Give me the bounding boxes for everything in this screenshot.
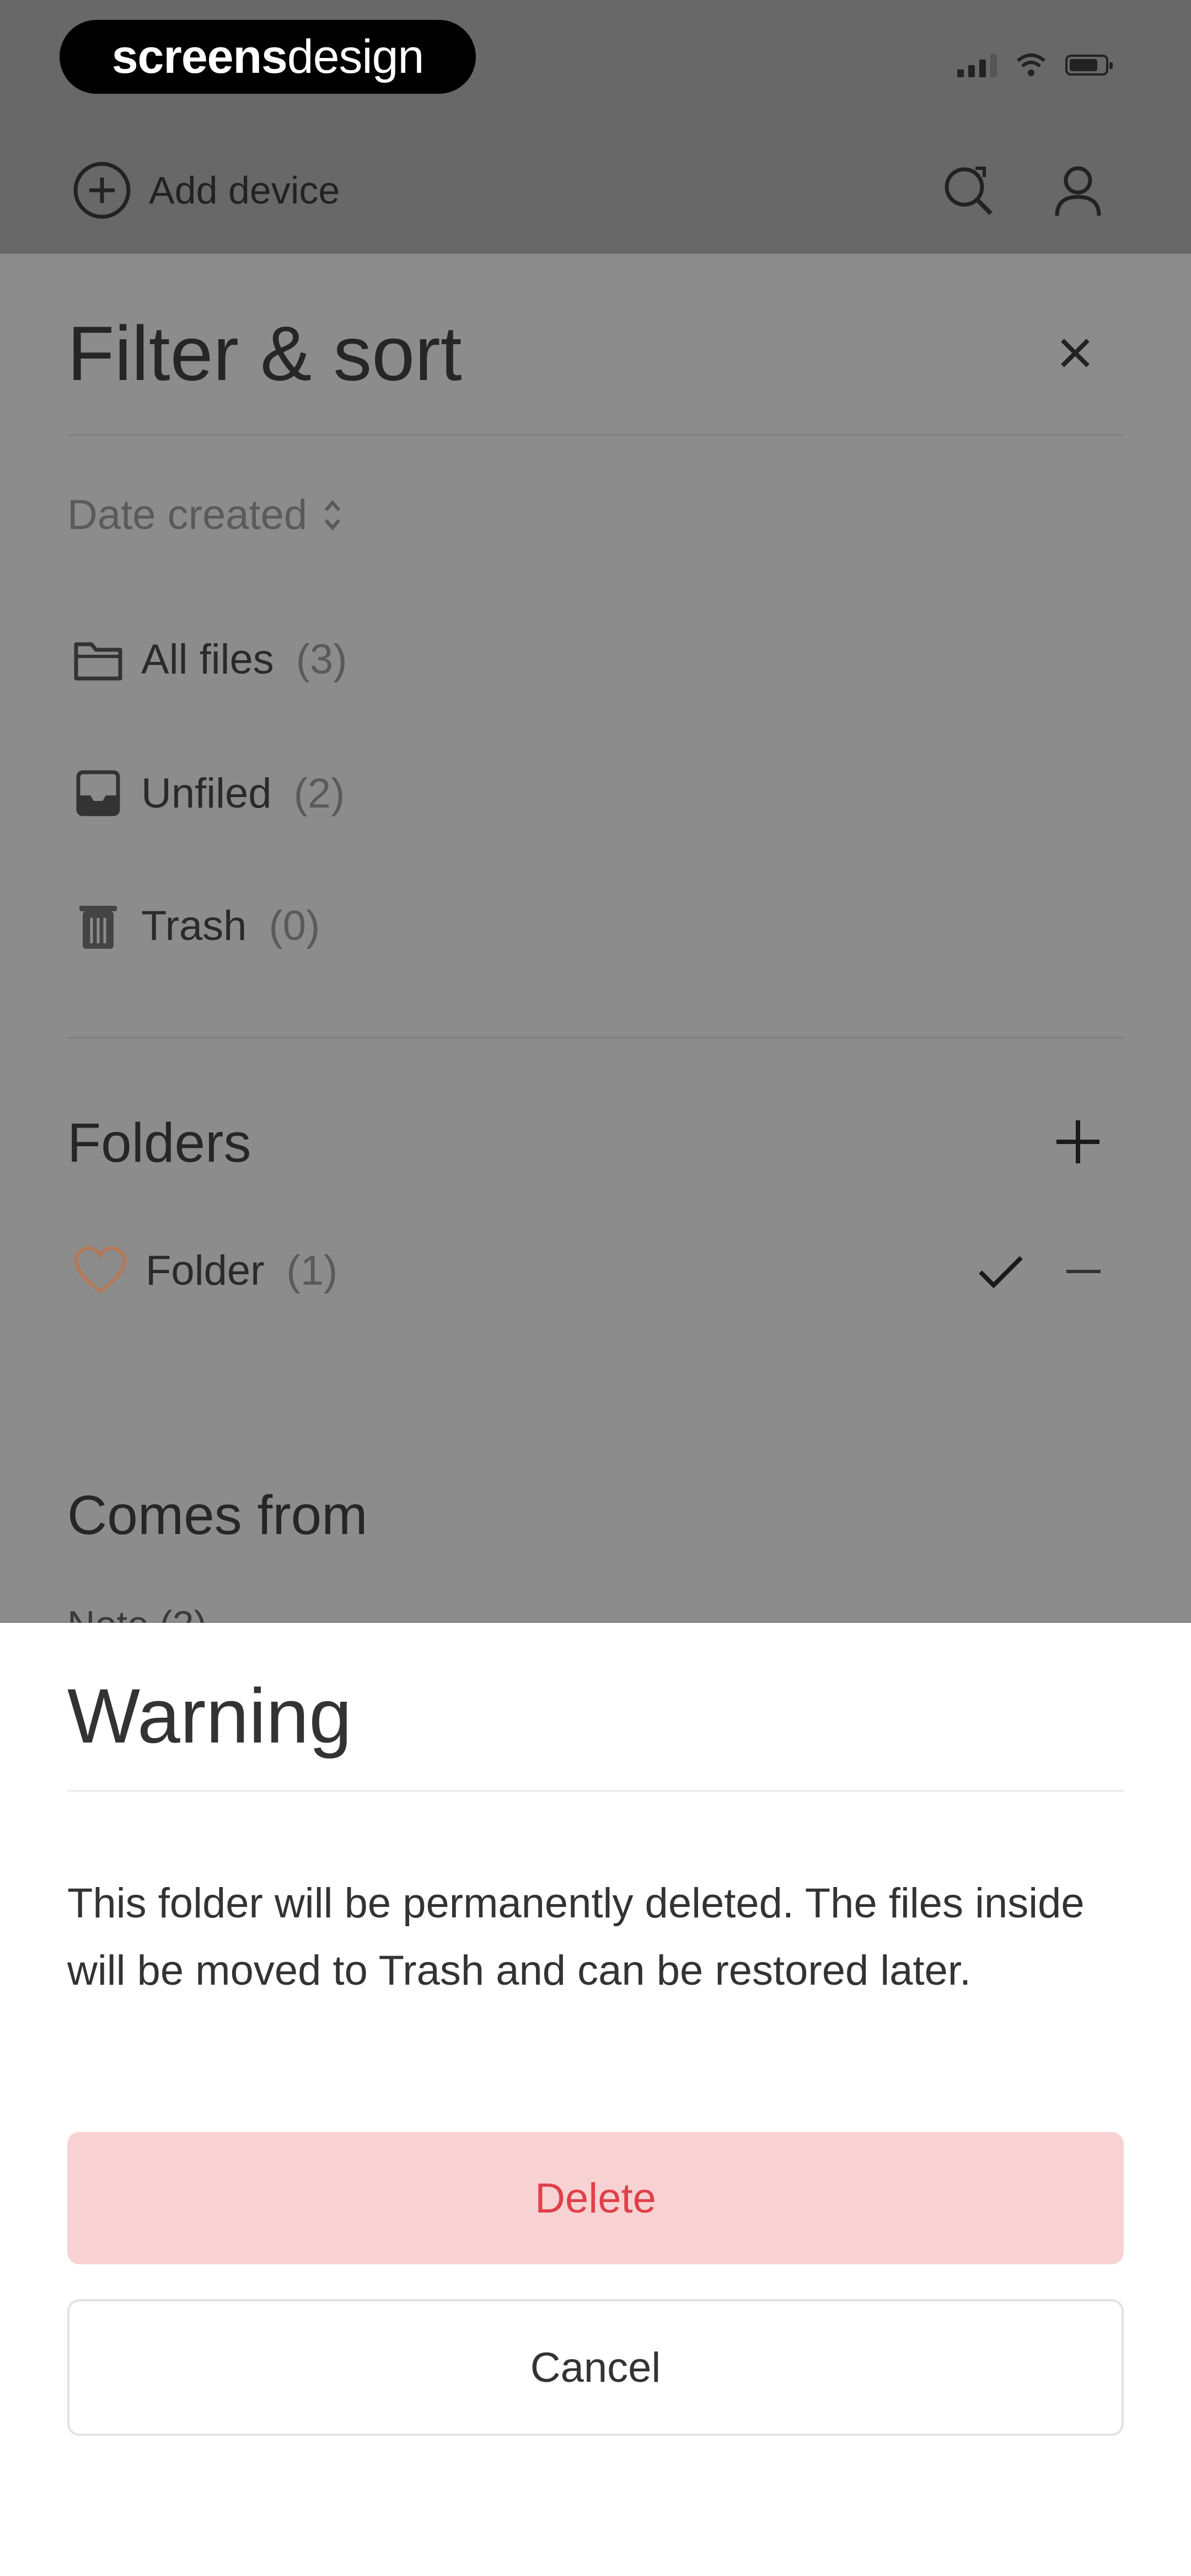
battery-icon — [1065, 55, 1113, 76]
trash-icon — [79, 906, 117, 949]
search-icon — [945, 167, 993, 215]
sort-label: Date created — [67, 491, 308, 538]
add-device-button[interactable]: Add device — [72, 160, 340, 221]
comes-from-section-title: Comes from — [67, 1484, 368, 1546]
sort-arrows-icon — [324, 499, 341, 531]
filter-trash[interactable]: Trash (0) — [72, 899, 320, 952]
divider — [67, 1037, 1124, 1039]
folder-label: Folder — [146, 1247, 265, 1294]
folder-icon — [74, 642, 122, 681]
cellular-signal-icon — [957, 53, 997, 77]
plus-icon — [1056, 1120, 1099, 1163]
minus-icon — [1066, 1270, 1101, 1273]
warning-message: This folder will be permanently deleted.… — [67, 1880, 1085, 1994]
filter-count: (0) — [269, 902, 320, 949]
brand-logo: screens design — [60, 20, 476, 94]
account-button[interactable] — [1048, 160, 1108, 221]
inbox-icon — [76, 770, 120, 816]
panel-title: Filter & sort — [67, 310, 462, 397]
status-icons — [957, 53, 1113, 77]
filter-label: All files — [141, 635, 274, 683]
close-icon — [1061, 339, 1090, 367]
filter-count: (2) — [293, 769, 345, 817]
add-device-label: Add device — [149, 169, 340, 212]
filter-label: Trash — [141, 902, 247, 949]
delete-button[interactable]: Delete — [67, 2132, 1124, 2264]
wifi-icon — [1017, 54, 1045, 76]
sort-selector[interactable]: Date created — [67, 491, 344, 539]
filter-label: Unfiled — [141, 769, 272, 817]
user-icon — [1055, 166, 1101, 216]
folder-item[interactable]: Folder (1) — [72, 1244, 337, 1297]
brand-text-light: design — [287, 30, 424, 83]
close-panel-button[interactable] — [1042, 320, 1108, 386]
warning-title: Warning — [67, 1672, 352, 1759]
filter-unfiled[interactable]: Unfiled (2) — [72, 767, 345, 820]
brand-text-bold: screens — [111, 30, 288, 83]
search-sync-button[interactable] — [937, 160, 998, 221]
plus-circle-icon — [73, 162, 131, 219]
heart-icon — [74, 1246, 127, 1294]
folders-section-title: Folders — [67, 1112, 251, 1174]
cancel-button[interactable]: Cancel — [67, 2299, 1124, 2436]
remove-folder-button[interactable] — [1053, 1241, 1114, 1302]
check-icon — [979, 1256, 1023, 1289]
filter-count: (3) — [296, 635, 347, 683]
select-folder-button[interactable] — [970, 1241, 1031, 1302]
divider — [67, 1790, 1124, 1792]
app-header: screens design Add device — [0, 0, 1191, 254]
add-folder-button[interactable] — [1042, 1106, 1114, 1178]
folder-count: (1) — [286, 1247, 338, 1294]
divider — [67, 434, 1124, 436]
filter-all-files[interactable]: All files (3) — [72, 634, 347, 684]
